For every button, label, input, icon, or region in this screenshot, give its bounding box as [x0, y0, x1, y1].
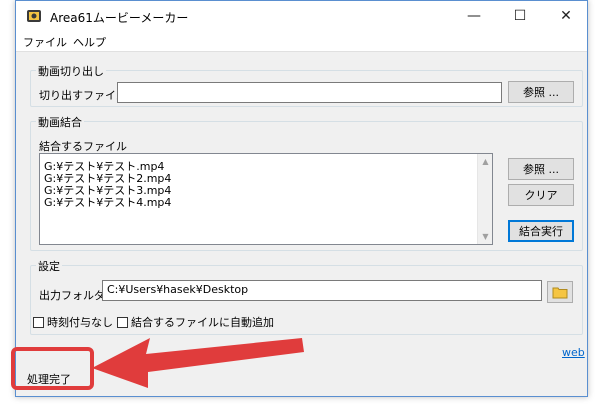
maximize-icon: ☐	[513, 8, 527, 24]
settings-section-title: 設定	[36, 258, 62, 274]
merge-browse-button[interactable]: 参照 ...	[508, 158, 574, 180]
cut-file-input[interactable]	[117, 82, 502, 103]
title-bar[interactable]: Area61ムービーメーカー — ☐ ✕	[16, 1, 587, 31]
close-button[interactable]: ✕	[543, 1, 589, 31]
highlight-box	[11, 347, 94, 390]
menu-help[interactable]: ヘルプ	[73, 34, 106, 50]
menu-bar: ファイル ヘルプ	[16, 31, 587, 52]
clear-button[interactable]: クリア	[508, 184, 574, 206]
output-folder-input[interactable]: C:¥Users¥hasek¥Desktop	[102, 280, 542, 301]
cut-section-title: 動画切り出し	[36, 63, 106, 79]
merge-file-list[interactable]: G:¥テスト¥テスト.mp4 G:¥テスト¥テスト2.mp4 G:¥テスト¥テス…	[39, 153, 493, 245]
cut-browse-button[interactable]: 参照 ...	[508, 81, 574, 103]
output-folder-label: 出力フォルダ	[39, 289, 105, 302]
checkbox-box[interactable]	[33, 316, 44, 328]
folder-icon	[552, 287, 568, 299]
web-link[interactable]: web	[562, 346, 585, 359]
folder-browse-button[interactable]	[547, 281, 573, 303]
maximize-button[interactable]: ☐	[497, 1, 543, 31]
scroll-up-icon[interactable]: ▲	[478, 154, 493, 169]
merge-execute-button[interactable]: 結合実行	[508, 220, 574, 242]
merge-list-label: 結合するファイル	[39, 140, 127, 153]
cut-file-label: 切り出すファイル	[39, 89, 127, 102]
menu-file[interactable]: ファイル	[23, 34, 67, 50]
scroll-down-icon[interactable]: ▼	[478, 229, 493, 244]
minimize-button[interactable]: —	[451, 1, 497, 31]
list-item[interactable]: G:¥テスト¥テスト4.mp4	[44, 194, 171, 210]
pointer-arrow-icon	[92, 338, 304, 388]
checkbox-box[interactable]	[117, 316, 128, 328]
minimize-icon: —	[467, 8, 481, 24]
list-scrollbar[interactable]: ▲ ▼	[477, 154, 492, 244]
app-icon	[27, 10, 41, 22]
merge-section-title: 動画結合	[36, 114, 84, 130]
window-title: Area61ムービーメーカー	[50, 11, 189, 25]
close-icon: ✕	[560, 8, 572, 24]
